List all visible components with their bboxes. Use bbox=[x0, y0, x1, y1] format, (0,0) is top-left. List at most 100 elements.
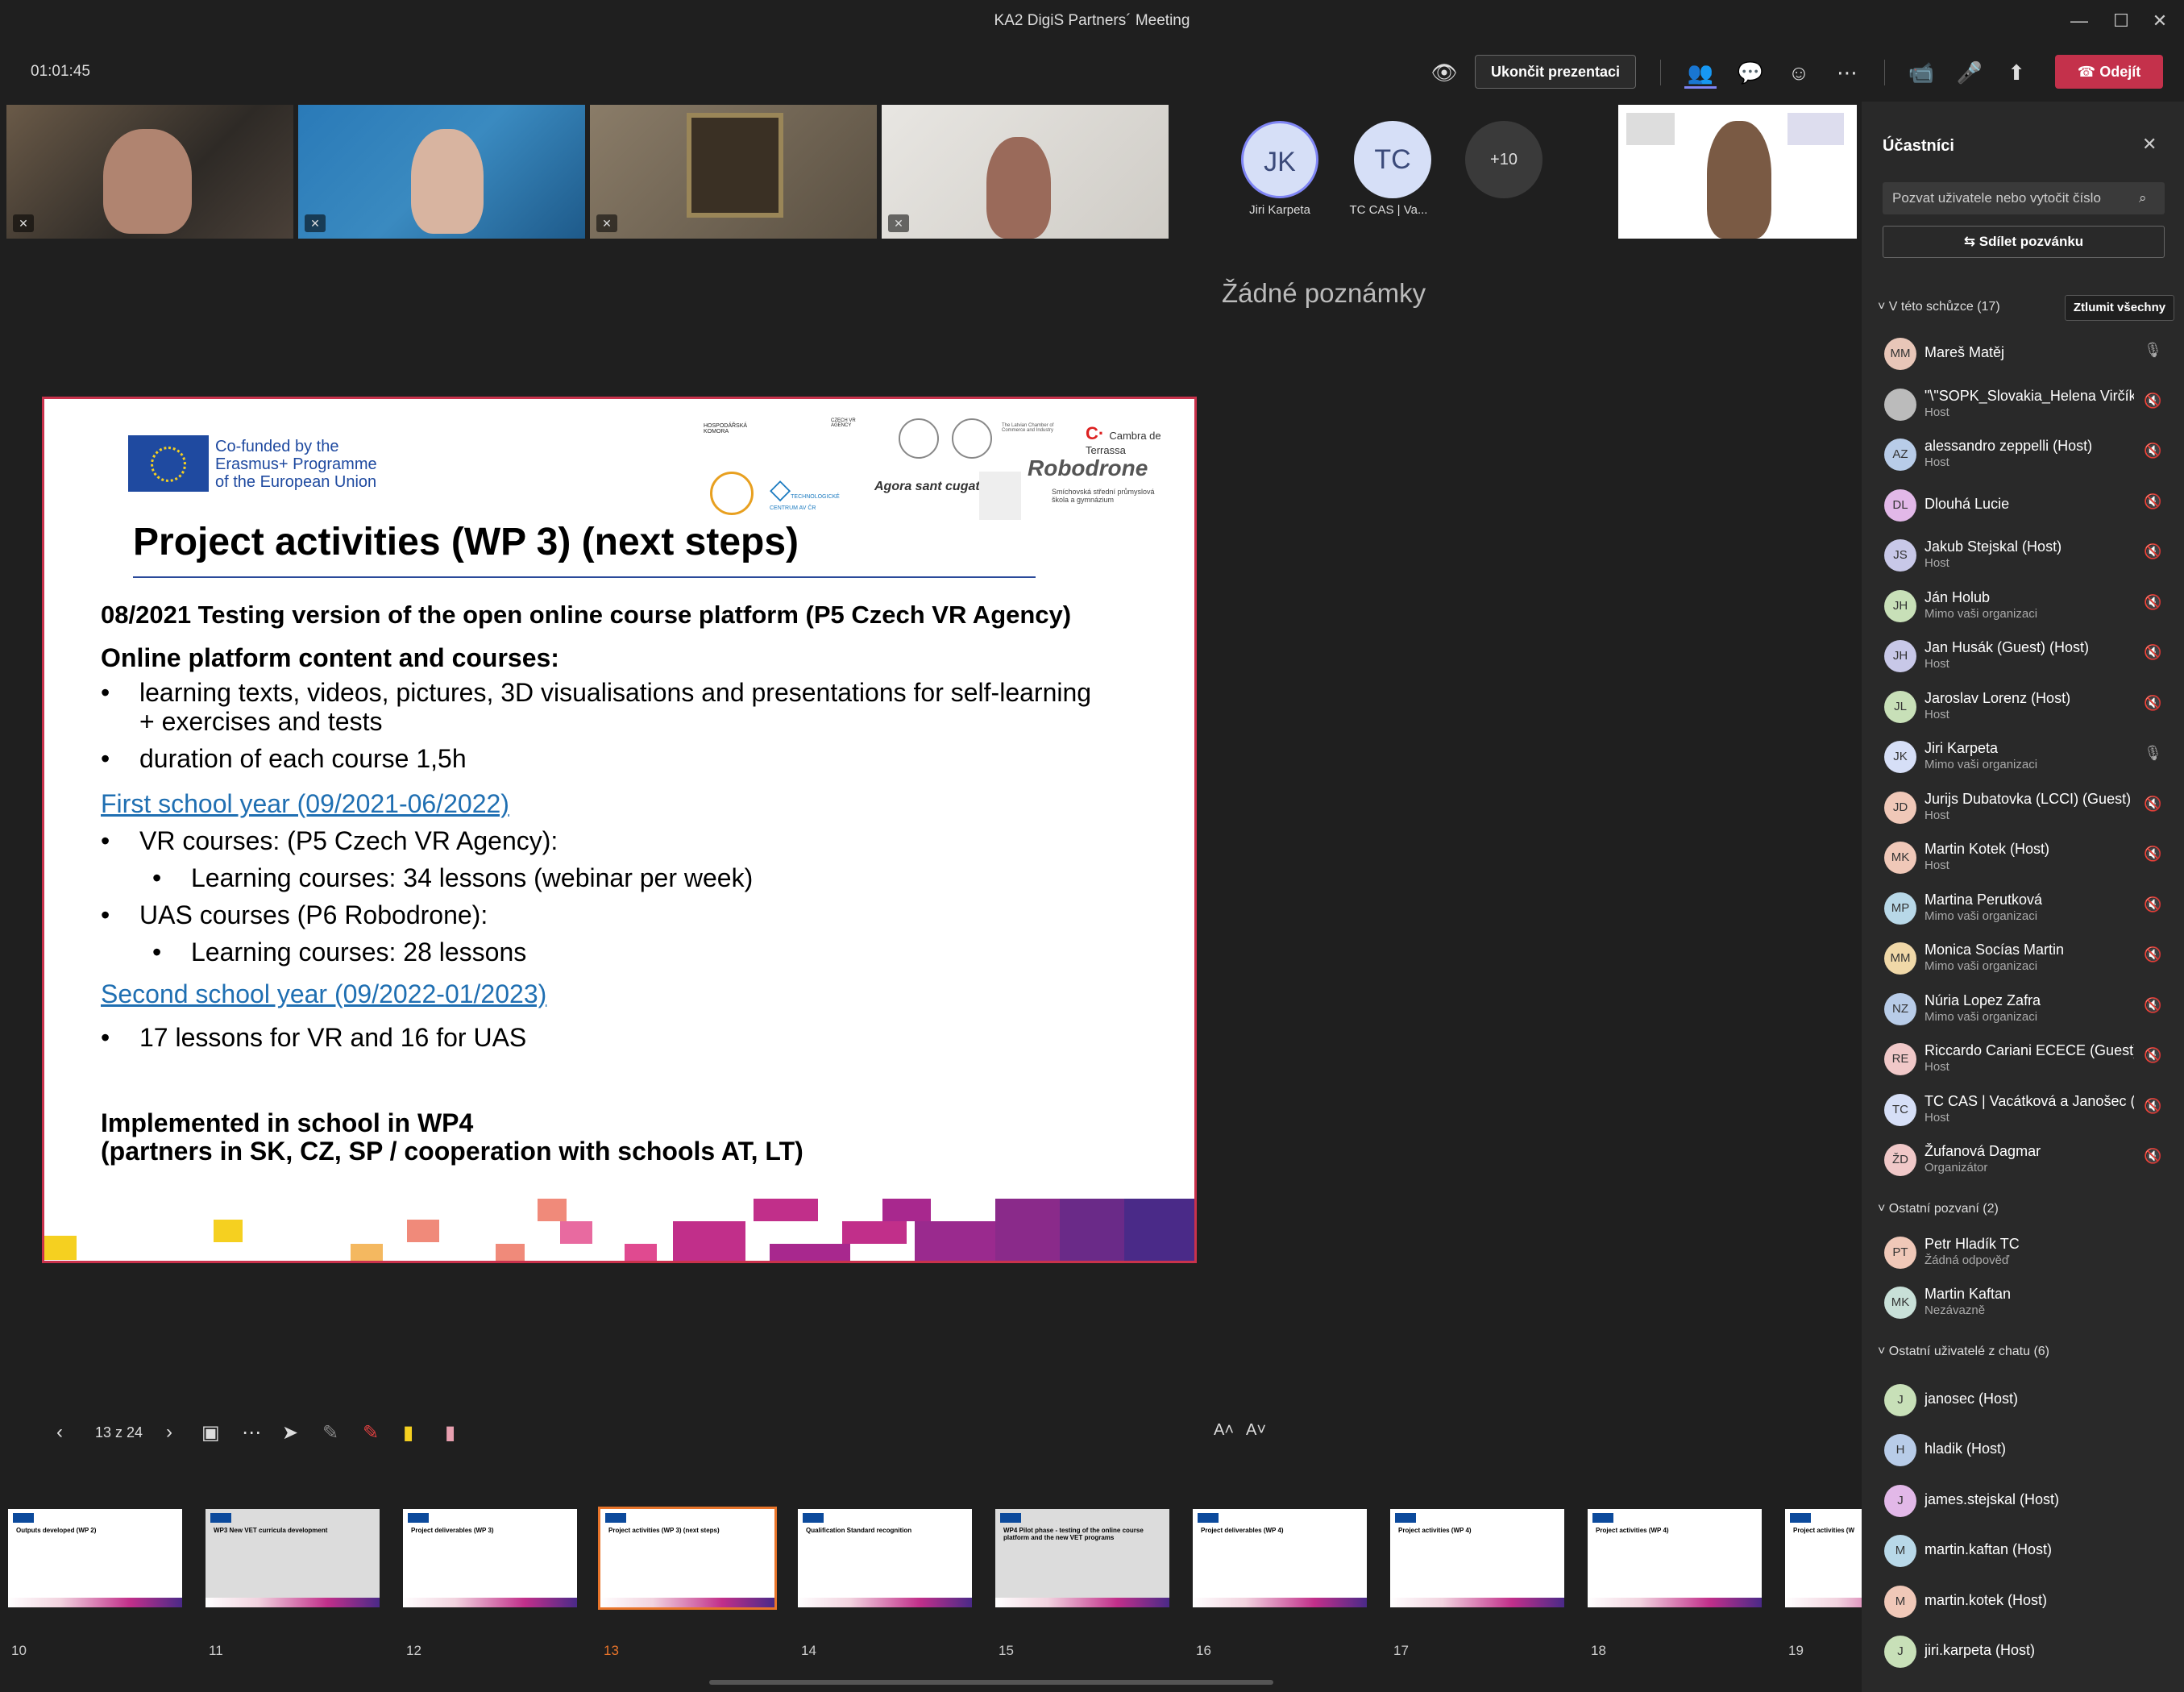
participant-name: Martin Kotek (Host) bbox=[1924, 841, 2050, 857]
slide-thumbnail[interactable]: Project activities (WP 3) (next steps) bbox=[598, 1507, 777, 1610]
participant-item[interactable]: JD Jurijs Dubatovka (LCCI) (Guest) (... Ho… bbox=[1862, 781, 2184, 831]
eu-flag-icon bbox=[210, 1513, 231, 1523]
eraser-icon[interactable]: ▮ bbox=[445, 1421, 455, 1445]
participant-status: Mimo vaši organizaci bbox=[1924, 908, 2038, 923]
thumbnail-scrollbar[interactable] bbox=[709, 1680, 1273, 1685]
participant-item[interactable]: MK Martin Kaftan Nezávazně bbox=[1862, 1276, 2184, 1326]
more-icon[interactable]: ⋯ bbox=[242, 1421, 261, 1445]
maximize-icon[interactable]: ☐ bbox=[2105, 6, 2137, 35]
video-tile[interactable]: ✕ bbox=[590, 105, 877, 239]
pen-icon[interactable]: ✎ bbox=[322, 1421, 338, 1445]
participant-item[interactable]: MK Martin Kotek (Host) Host 🔇 bbox=[1862, 831, 2184, 881]
next-slide-icon[interactable]: › bbox=[166, 1421, 172, 1444]
mute-all-button[interactable]: Ztlumit všechny bbox=[2065, 295, 2174, 321]
participant-item[interactable]: JH Jan Husák (Guest) (Host) Host 🔇 bbox=[1862, 630, 2184, 680]
muted-mic-icon: 🔇 bbox=[2144, 543, 2162, 559]
video-tile[interactable] bbox=[1618, 105, 1857, 239]
pointer-icon[interactable]: ➤ bbox=[282, 1421, 298, 1445]
participant-item[interactable]: Mmartin.kaftan (Host) bbox=[1862, 1524, 2184, 1574]
slide-link[interactable]: First school year (09/2021-06/2022) bbox=[101, 789, 509, 819]
decor-strip bbox=[995, 1598, 1169, 1607]
invite-input[interactable]: Pozvat uživatele nebo vytočit číslo ⌕ bbox=[1883, 182, 2165, 214]
thumbnail-title: Project deliverables (WP 3) bbox=[411, 1527, 494, 1534]
avatar[interactable]: JK bbox=[1241, 121, 1318, 198]
avatar: MK bbox=[1884, 1287, 1916, 1319]
reactions-icon[interactable]: ☺ bbox=[1783, 56, 1815, 89]
participant-item[interactable]: Jjames.stejskal (Host) bbox=[1862, 1474, 2184, 1524]
eye-icon[interactable]: 👁 bbox=[1428, 56, 1460, 89]
video-tile[interactable]: ✕ bbox=[882, 105, 1169, 239]
participant-item[interactable]: MM Mareš Matěj 🎙 bbox=[1862, 327, 2184, 377]
avatar[interactable]: TC bbox=[1354, 121, 1431, 198]
leave-button[interactable]: ☎ Odejít bbox=[2055, 55, 2163, 89]
avatar: MK bbox=[1884, 842, 1916, 874]
grid-view-icon[interactable]: ▣ bbox=[201, 1421, 220, 1445]
previous-slide-icon[interactable]: ‹ bbox=[56, 1421, 63, 1444]
slide-thumbnail[interactable]: WP4 Pilot phase - testing of the online … bbox=[995, 1509, 1169, 1607]
participant-item[interactable]: TC TC CAS | Vacátková a Janošec (H...Host… bbox=[1862, 1083, 2184, 1133]
slide-thumbnail[interactable]: Project deliverables (WP 4) bbox=[1193, 1509, 1367, 1607]
decor-pixel bbox=[214, 1220, 243, 1242]
participant-item[interactable]: AZ alessandro zeppelli (Host) Host 🔇 bbox=[1862, 428, 2184, 478]
slide-thumbnail[interactable]: Project deliverables (WP 3) bbox=[403, 1509, 577, 1607]
participant-item[interactable]: NZ Núria Lopez Zafra Mimo vaši organizaci 🔇 bbox=[1862, 983, 2184, 1033]
red-pen-icon[interactable]: ✎ bbox=[363, 1421, 379, 1445]
slide-link[interactable]: Second school year (09/2022-01/2023) bbox=[101, 979, 546, 1009]
participant-item[interactable]: JH Ján Holub Mimo vaši organizaci 🔇 bbox=[1862, 580, 2184, 630]
slide-line: Implemented in school in WP4 bbox=[101, 1108, 474, 1137]
section-header-in-meeting[interactable]: ˅ V této schůzce (17) bbox=[1878, 300, 2000, 314]
participant-item[interactable]: ŽD Žufanová Dagmar Organizátor 🔇 bbox=[1862, 1133, 2184, 1183]
minimize-icon[interactable]: — bbox=[2063, 6, 2095, 35]
participant-item[interactable]: PT Petr Hladík TC Žádná odpověď bbox=[1862, 1226, 2184, 1276]
slide-thumbnail[interactable]: Outputs developed (WP 2) bbox=[8, 1509, 182, 1607]
video-tile[interactable]: ✕ bbox=[298, 105, 585, 239]
slide-thumbnail[interactable]: Qualification Standard recognition bbox=[798, 1509, 972, 1607]
slide-thumbnail[interactable]: WP3 New VET curricula development bbox=[206, 1509, 380, 1607]
slide-thumbnail[interactable]: Project activities (WP 4) bbox=[1588, 1509, 1762, 1607]
slide-bullet: Learning courses: 28 lessons bbox=[191, 937, 527, 967]
microphone-icon[interactable]: 🎤 bbox=[1954, 56, 1986, 89]
participants-icon[interactable]: 👥 bbox=[1684, 56, 1717, 89]
seal-logo bbox=[979, 472, 1021, 520]
highlighter-icon[interactable]: ▮ bbox=[403, 1421, 413, 1445]
participant-item[interactable]: Jjanosec (Host) bbox=[1862, 1374, 2184, 1424]
share-screen-icon[interactable]: ⬆ bbox=[2000, 56, 2032, 89]
decor-strip bbox=[403, 1598, 577, 1607]
participant-item[interactable]: MM Monica Socías Martin Mimo vaši organiza… bbox=[1862, 932, 2184, 982]
participant-item[interactable]: Hhladik (Host) bbox=[1862, 1424, 2184, 1474]
participant-item[interactable]: Jjiri.karpeta (Host) bbox=[1862, 1625, 2184, 1675]
chat-icon[interactable]: 💬 bbox=[1734, 56, 1767, 89]
participant-item[interactable]: "\"SOPK_Slovakia_Helena Virčík... Host 🔇 bbox=[1862, 378, 2184, 428]
participant-item[interactable]: DL Dlouhá Lucie 🔇 bbox=[1862, 479, 2184, 529]
slide-thumbnail[interactable]: Project activities (WP 4) bbox=[1390, 1509, 1564, 1607]
section-header-invited[interactable]: ˅ Ostatní pozvaní (2) bbox=[1878, 1202, 1999, 1216]
font-increase-icon[interactable]: A˄ bbox=[1214, 1421, 1234, 1440]
thumbnail-number: 13 bbox=[604, 1643, 619, 1658]
section-header-chat-users[interactable]: ˅ Ostatní uživatelé z chatu (6) bbox=[1878, 1345, 2049, 1359]
decor-pixel bbox=[1124, 1199, 1194, 1261]
thumbnail-number: 17 bbox=[1393, 1643, 1409, 1658]
share-invite-button[interactable]: ⇆ Sdílet pozvánku bbox=[1883, 226, 2165, 258]
participant-status: Host bbox=[1924, 405, 1949, 419]
muted-mic-icon: 🔇 bbox=[2144, 846, 2162, 862]
participant-item[interactable]: JL Jaroslav Lorenz (Host) Host 🔇 bbox=[1862, 680, 2184, 730]
participant-item[interactable]: MP Martina Perutková Mimo vaši organizaci 🔇 bbox=[1862, 882, 2184, 932]
participant-item[interactable]: RE Riccardo Cariani ECECE (Guest) (... Hos… bbox=[1862, 1033, 2184, 1083]
participant-status: Nezávazně bbox=[1924, 1303, 1986, 1317]
more-participants[interactable]: +10 bbox=[1465, 121, 1543, 198]
participant-item[interactable]: Mmartin.kotek (Host) bbox=[1862, 1575, 2184, 1625]
participant-item[interactable]: JK Jiri Karpeta Mimo vaši organizaci 🎙 bbox=[1862, 730, 2184, 780]
stop-presenting-button[interactable]: Ukončit prezentaci bbox=[1475, 55, 1636, 89]
bullet-dot: • bbox=[101, 1023, 110, 1052]
thumbnail-number: 11 bbox=[209, 1643, 223, 1658]
font-decrease-icon[interactable]: A˅ bbox=[1246, 1421, 1266, 1440]
decor-strip bbox=[1390, 1598, 1564, 1607]
close-panel-icon[interactable]: ✕ bbox=[2142, 134, 2157, 155]
video-tile[interactable]: ✕ bbox=[6, 105, 293, 239]
eu-flag-icon bbox=[803, 1513, 824, 1523]
participant-item[interactable]: JS Jakub Stejskal (Host) Host 🔇 bbox=[1862, 529, 2184, 579]
more-options-icon[interactable]: ⋯ bbox=[1831, 56, 1863, 89]
camera-icon[interactable]: 📹 bbox=[1905, 56, 1937, 89]
decor-pixel bbox=[882, 1199, 931, 1221]
close-icon[interactable]: ✕ bbox=[2144, 6, 2176, 35]
